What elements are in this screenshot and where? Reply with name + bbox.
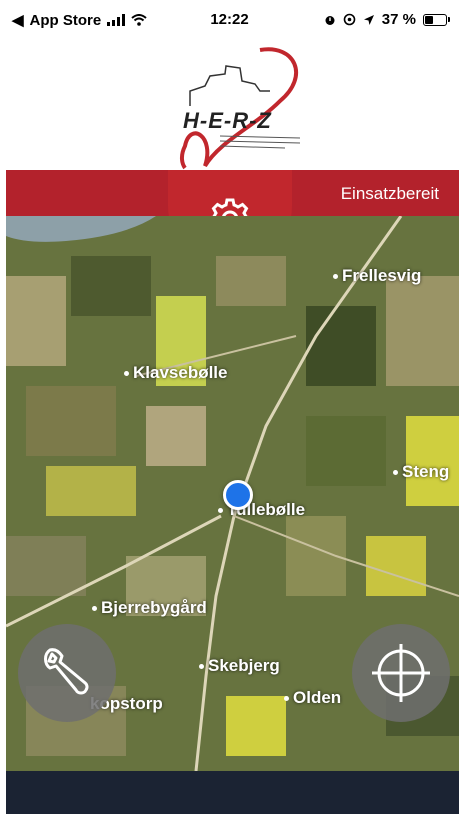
place-label: Frellesvig <box>333 266 421 286</box>
wrench-icon <box>44 648 89 695</box>
logo-area: H-E-R-Z <box>0 40 459 170</box>
place-label: Bjerrebygård <box>92 598 207 618</box>
orientation-lock-icon <box>343 13 356 26</box>
location-arrow-icon <box>363 14 374 25</box>
current-location-marker <box>223 480 253 510</box>
satellite-map[interactable]: Frellesvig Klavsebølle Steng Tullebølle … <box>6 216 459 771</box>
status-bar: ◀ App Store 12:22 37 % <box>0 0 459 40</box>
battery-icon <box>423 13 450 26</box>
bottom-bar <box>6 771 459 814</box>
place-label: Steng <box>393 462 449 482</box>
place-label: Klavsebølle <box>124 363 228 383</box>
recenter-button[interactable] <box>352 624 450 722</box>
status-indicators: 37 % <box>324 11 450 28</box>
place-label: Skebjerg <box>199 656 280 676</box>
availability-status[interactable]: Einsatzbereit <box>341 184 439 204</box>
crosshair-icon <box>372 644 430 702</box>
alarm-icon <box>325 15 335 25</box>
tools-button[interactable] <box>18 624 116 722</box>
logo-text: H-E-R-Z <box>183 108 272 133</box>
place-label: Olden <box>284 688 341 708</box>
battery-percent: 37 % <box>381 11 416 28</box>
